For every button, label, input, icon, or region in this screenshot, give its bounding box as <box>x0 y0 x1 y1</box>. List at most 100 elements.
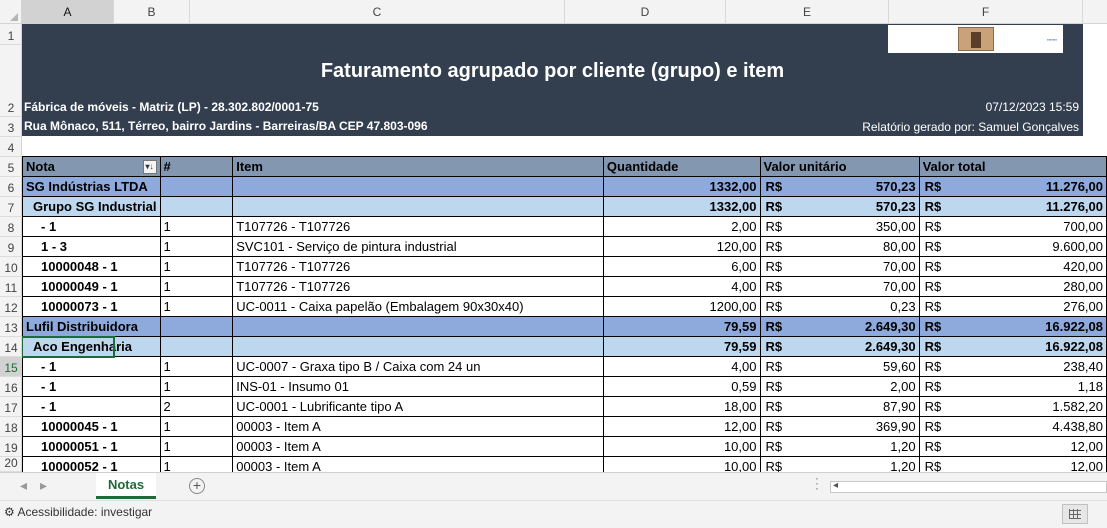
row-header[interactable]: 19 <box>0 437 22 457</box>
cell-valor-total[interactable]: R$ 12,00 <box>918 436 1107 457</box>
column-header-b[interactable]: B <box>114 0 190 24</box>
cell-valor-total[interactable]: R$ 16.922,08 <box>918 336 1107 357</box>
header-valor-unitario[interactable]: Valor unitário <box>759 156 920 177</box>
cell-nota[interactable]: 10000049 - 1 <box>22 276 161 297</box>
cell-nota[interactable]: - 1 <box>22 396 161 417</box>
row-header[interactable]: 6 <box>0 177 22 197</box>
cell-valor-unitario[interactable]: R$ 369,90 <box>759 416 920 437</box>
cell-valor-unitario[interactable]: R$ 570,23 <box>759 196 920 217</box>
cell-nota[interactable]: 10000051 - 1 <box>22 436 161 457</box>
scroll-left-icon[interactable]: ◂ <box>833 480 838 491</box>
row-header[interactable]: 2 <box>0 45 22 117</box>
cell-item[interactable] <box>232 336 604 357</box>
cell-valor-unitario[interactable]: R$ 1,20 <box>759 456 920 472</box>
cell-hash[interactable]: 2 <box>159 396 234 417</box>
cell-valor-unitario[interactable]: R$ 70,00 <box>759 276 920 297</box>
cell-quantidade[interactable]: 6,00 <box>602 256 761 277</box>
cell-valor-total[interactable]: R$ 280,00 <box>918 276 1107 297</box>
cell-valor-total[interactable]: R$ 238,40 <box>918 356 1107 377</box>
cell-valor-total[interactable]: R$ 420,00 <box>918 256 1107 277</box>
cell-hash[interactable] <box>159 336 234 357</box>
cell-valor-unitario[interactable]: R$ 87,90 <box>759 396 920 417</box>
cell-quantidade[interactable]: 1200,00 <box>602 296 761 317</box>
cell-item[interactable]: 00003 - Item A <box>232 436 604 457</box>
normal-view-button[interactable] <box>1062 504 1088 524</box>
row-header[interactable]: 8 <box>0 217 22 237</box>
cell-item[interactable] <box>232 196 604 217</box>
header-valor-total[interactable]: Valor total <box>918 156 1107 177</box>
cell-valor-unitario[interactable]: R$ 2,00 <box>759 376 920 397</box>
cell-hash[interactable]: 1 <box>159 236 234 257</box>
column-header-e[interactable]: E <box>726 0 889 24</box>
cell-item[interactable] <box>232 176 604 197</box>
cell-nota[interactable]: - 1 <box>22 216 161 237</box>
cell-hash[interactable]: 1 <box>159 276 234 297</box>
cell-quantidade[interactable]: 79,59 <box>602 316 761 337</box>
cell-quantidade[interactable]: 2,00 <box>602 216 761 237</box>
cell-nota[interactable]: 1 - 3 <box>22 236 161 257</box>
column-header-c[interactable]: C <box>190 0 565 24</box>
cell-nota[interactable]: 10000048 - 1 <box>22 256 161 277</box>
cell-valor-unitario[interactable]: R$ 0,23 <box>759 296 920 317</box>
cell-valor-total[interactable]: R$ 1,18 <box>918 376 1107 397</box>
cell-item[interactable]: T107726 - T107726 <box>232 216 604 237</box>
scroll-split-icon[interactable]: ⋮ <box>810 475 824 492</box>
cell-hash[interactable]: 1 <box>159 296 234 317</box>
cell-item[interactable]: UC-0001 - Lubrificante tipo A <box>232 396 604 417</box>
cell-quantidade[interactable]: 18,00 <box>602 396 761 417</box>
cell-valor-unitario[interactable]: R$ 59,60 <box>759 356 920 377</box>
row-header[interactable]: 9 <box>0 237 22 257</box>
cell-item[interactable]: 00003 - Item A <box>232 456 604 472</box>
cell-valor-total[interactable]: R$ 12,00 <box>918 456 1107 472</box>
column-header-a[interactable]: A <box>22 0 114 24</box>
cell-hash[interactable]: 1 <box>159 356 234 377</box>
cell-valor-unitario[interactable]: R$ 570,23 <box>759 176 920 197</box>
cell-valor-unitario[interactable]: R$ 2.649,30 <box>759 316 920 337</box>
cell-valor-unitario[interactable]: R$ 350,00 <box>759 216 920 237</box>
cell-hash[interactable]: 1 <box>159 376 234 397</box>
header-nota[interactable]: Nota ▾↓ <box>22 156 161 177</box>
cell-valor-total[interactable]: R$ 276,00 <box>918 296 1107 317</box>
cell-valor-total[interactable]: R$ 700,00 <box>918 216 1107 237</box>
cell-valor-total[interactable]: R$ 1.582,20 <box>918 396 1107 417</box>
cell-item[interactable]: SVC101 - Serviço de pintura industrial <box>232 236 604 257</box>
cell-nota[interactable]: Aco Engenharia <box>22 336 161 357</box>
cell-item[interactable]: UC-0007 - Graxa tipo B / Caixa com 24 un <box>232 356 604 377</box>
column-header-d[interactable]: D <box>565 0 726 24</box>
cell-item[interactable]: T107726 - T107726 <box>232 256 604 277</box>
row-header[interactable]: 20 <box>0 456 22 472</box>
row-header[interactable]: 5 <box>0 157 22 177</box>
cell-item[interactable]: UC-0011 - Caixa papelão (Embalagem 90x30… <box>232 296 604 317</box>
cell-hash[interactable]: 1 <box>159 436 234 457</box>
cell-quantidade[interactable]: 120,00 <box>602 236 761 257</box>
select-all-button[interactable] <box>0 0 22 24</box>
row-header[interactable]: 1 <box>0 24 22 45</box>
cell-hash[interactable]: 1 <box>159 216 234 237</box>
cell-valor-unitario[interactable]: R$ 70,00 <box>759 256 920 277</box>
row-header[interactable]: 7 <box>0 197 22 217</box>
sheet-tab-notas[interactable]: Notas <box>96 473 156 499</box>
cell-quantidade[interactable]: 0,59 <box>602 376 761 397</box>
cell-nota[interactable]: 10000052 - 1 <box>22 456 161 472</box>
cell-hash[interactable]: 1 <box>159 416 234 437</box>
column-header-f[interactable]: F <box>889 0 1083 24</box>
cell-quantidade[interactable]: 4,00 <box>602 356 761 377</box>
row-header-selected[interactable]: 15 <box>0 357 22 377</box>
cell-valor-unitario[interactable]: R$ 80,00 <box>759 236 920 257</box>
spreadsheet-grid[interactable]: ▪▪▪▪▪▪▪ Faturamento agrupado por cliente… <box>22 24 1107 472</box>
cell-quantidade[interactable]: 1332,00 <box>602 196 761 217</box>
header-quantidade[interactable]: Quantidade <box>602 156 761 177</box>
row-header[interactable]: 17 <box>0 397 22 417</box>
cell-quantidade[interactable]: 79,59 <box>602 336 761 357</box>
row-header[interactable]: 12 <box>0 297 22 317</box>
cell-item[interactable] <box>232 316 604 337</box>
cell-quantidade[interactable]: 10,00 <box>602 456 761 472</box>
cell-quantidade[interactable]: 1332,00 <box>602 176 761 197</box>
cell-valor-total[interactable]: R$ 16.922,08 <box>918 316 1107 337</box>
row-header[interactable]: 14 <box>0 337 22 357</box>
cell-valor-total[interactable]: R$ 9.600,00 <box>918 236 1107 257</box>
row-header[interactable]: 18 <box>0 417 22 437</box>
cell-valor-unitario[interactable]: R$ 1,20 <box>759 436 920 457</box>
row-header[interactable]: 13 <box>0 317 22 337</box>
cell-hash[interactable] <box>159 316 234 337</box>
